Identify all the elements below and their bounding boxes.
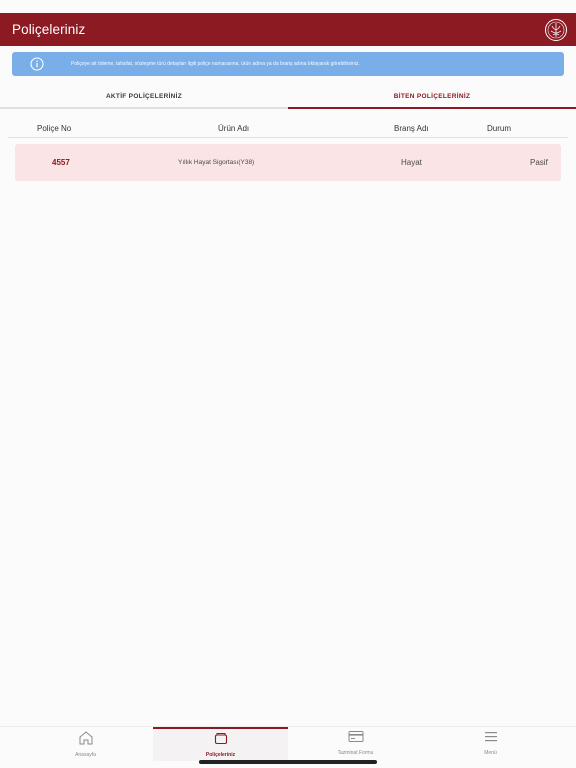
- nav-label: Menü: [484, 750, 497, 756]
- emblem-icon: [544, 18, 568, 42]
- table-row[interactable]: 4557 Yıllık Hayat Sigortası(Y38) Hayat P…: [15, 144, 561, 181]
- menu-icon: [483, 730, 499, 748]
- info-banner: Poliçeye ait ödeme, tahsilat, sözleşme t…: [12, 52, 564, 76]
- nav-label: Poliçeleriniz: [205, 752, 236, 758]
- info-text: Poliçeye ait ödeme, tahsilat, sözleşme t…: [71, 61, 360, 67]
- column-header-urun-adi: Ürün Adı: [218, 124, 250, 133]
- nav-item-tazminat-formu[interactable]: Tazminat Formu: [288, 727, 423, 761]
- table-header: Poliçe No Ürün Adı Branş Adı Durum: [8, 121, 568, 138]
- policy-tabs: AKTİF POLİÇELERİNİZ BİTEN POLİÇELERİNİZ: [0, 84, 576, 109]
- status-bar: [0, 0, 576, 13]
- card-icon: [348, 730, 364, 748]
- branch-name[interactable]: Hayat: [401, 158, 422, 167]
- column-header-police-no: Poliçe No: [37, 124, 72, 133]
- nav-item-anasayfa[interactable]: Anasayfa: [18, 727, 153, 761]
- tab-biten-policeleriniz[interactable]: BİTEN POLİÇELERİNİZ: [288, 84, 576, 109]
- policy-status: Pasif: [530, 158, 548, 167]
- wallet-icon: [214, 732, 228, 750]
- nav-label: Tazminat Formu: [337, 750, 374, 756]
- tab-aktif-policeleriniz[interactable]: AKTİF POLİÇELERİNİZ: [0, 84, 288, 109]
- column-header-durum: Durum: [487, 124, 512, 133]
- nav-label: Anasayfa: [75, 752, 96, 758]
- nav-item-menu[interactable]: Menü: [423, 727, 558, 761]
- policy-number[interactable]: 4557: [52, 158, 70, 167]
- column-header-brans-adi: Branş Adı: [394, 124, 429, 133]
- home-indicator[interactable]: [199, 760, 377, 764]
- page-title: Poliçeleriniz: [12, 22, 86, 37]
- app-header: Poliçeleriniz: [0, 13, 576, 46]
- info-icon: [30, 57, 44, 71]
- home-icon: [78, 730, 94, 750]
- product-name[interactable]: Yıllık Hayat Sigortası(Y38): [178, 159, 254, 166]
- nav-item-policeleriniz[interactable]: Poliçeleriniz: [153, 727, 288, 761]
